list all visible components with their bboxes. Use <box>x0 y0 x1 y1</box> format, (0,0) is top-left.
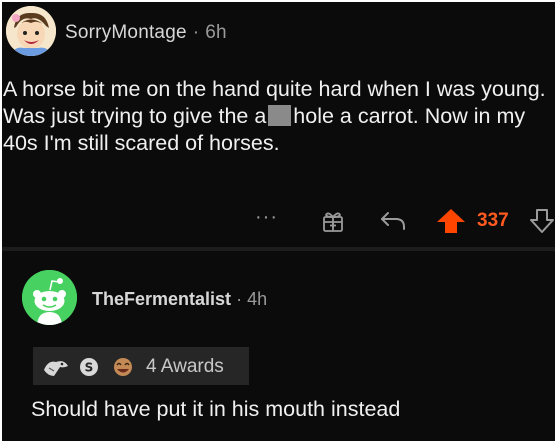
reply-body: Should have put it in his mouth instead <box>31 397 401 421</box>
upvote-arrow-icon[interactable] <box>435 207 467 240</box>
redaction-block <box>268 105 292 126</box>
reply-user-avatar[interactable] <box>22 270 77 325</box>
vote-score: 337 <box>477 210 509 231</box>
wholesome-seal-award-icon <box>42 356 70 383</box>
comment-action-bar: ··· 337 <box>2 204 555 238</box>
thread-divider <box>2 247 555 251</box>
reply-arrow-icon[interactable] <box>378 208 408 239</box>
username[interactable]: SorryMontage <box>65 22 187 43</box>
reply-username[interactable]: TheFermentalist <box>92 289 231 309</box>
timestamp: 6h <box>205 22 227 43</box>
separator-dot: · <box>236 289 243 309</box>
gift-award-icon[interactable] <box>320 208 346 239</box>
downvote-arrow-icon[interactable] <box>529 207 555 240</box>
awards-bar[interactable]: S 4 Awards <box>33 347 249 385</box>
comment-body: A horse bit me on the hand quite hard wh… <box>3 76 551 157</box>
silver-award-icon: S <box>78 356 100 383</box>
reply-timestamp: 4h <box>247 289 268 309</box>
cartoon-avatar-icon <box>6 6 56 56</box>
svg-text:S: S <box>85 361 94 375</box>
user-avatar[interactable] <box>6 6 56 56</box>
comment-thread: SorryMontage · 6h A horse bit me on the ha… <box>2 2 555 441</box>
awards-count: 4 Awards <box>146 356 224 377</box>
more-options-button[interactable]: ··· <box>255 206 278 229</box>
separator-dot: · <box>192 22 200 43</box>
reply-author-line: TheFermentalist · 4h <box>92 289 267 310</box>
snoo-avatar-icon <box>22 270 77 325</box>
laughing-award-icon <box>111 356 135 383</box>
comment-author-line: SorryMontage · 6h <box>65 22 227 44</box>
